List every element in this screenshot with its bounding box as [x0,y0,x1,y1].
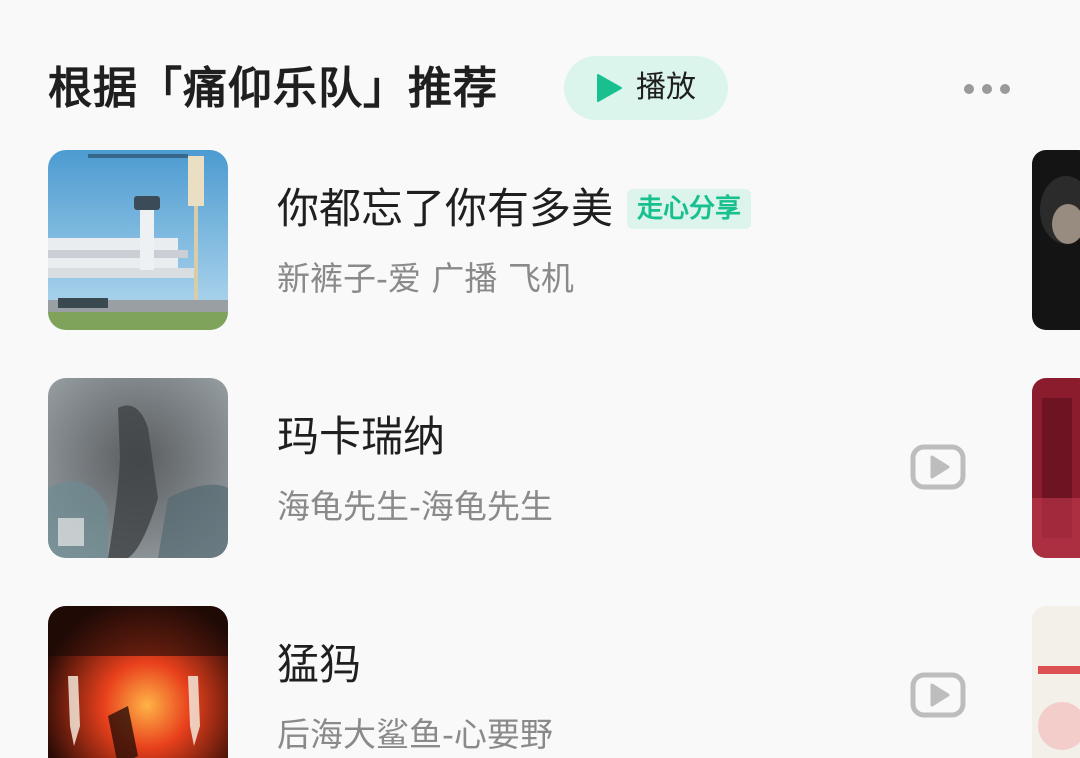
song-title: 你都忘了你有多美 [277,184,614,233]
song-artist-album: 新裤子-爱 广播 飞机 [277,259,574,298]
album-cover-art-airport [48,150,228,330]
next-column-cover[interactable] [1032,378,1080,558]
song-item[interactable]: 玛卡瑞纳 海龟先生-海龟先生 [48,378,978,558]
play-triangle-icon [597,74,622,102]
play-all-label: 播放 [636,70,696,105]
song-artist-album: 后海大鲨鱼-心要野 [277,715,553,754]
album-cover[interactable] [48,606,228,758]
album-cover-art-fire [48,606,228,758]
video-play-icon[interactable] [910,444,966,490]
album-cover[interactable] [48,378,228,558]
song-title: 玛卡瑞纳 [277,412,446,461]
next-column-cover[interactable] [1032,150,1080,330]
more-dots-icon[interactable] [962,80,1012,98]
album-cover[interactable] [48,150,228,330]
play-all-button[interactable]: 播放 [564,56,728,120]
song-item[interactable]: 猛犸 后海大鲨鱼-心要野 [48,606,978,758]
section-title: 根据「痛仰乐队」推荐 [48,63,498,114]
recommend-tag: 走心分享 [627,189,752,229]
song-item[interactable]: 你都忘了你有多美 走心分享 新裤子-爱 广播 飞机 [48,150,978,330]
video-play-icon[interactable] [910,672,966,718]
section-header: 根据「痛仰乐队」推荐 播放 [48,56,1038,122]
album-cover-art-gray [48,378,228,558]
song-title: 猛犸 [277,640,362,689]
next-column-cover[interactable] [1032,606,1080,758]
song-artist-album: 海龟先生-海龟先生 [277,487,553,526]
recommendation-section: 根据「痛仰乐队」推荐 播放 你都忘了你有多美 走心分享 新裤子-爱 广播 飞机 … [0,0,1080,758]
